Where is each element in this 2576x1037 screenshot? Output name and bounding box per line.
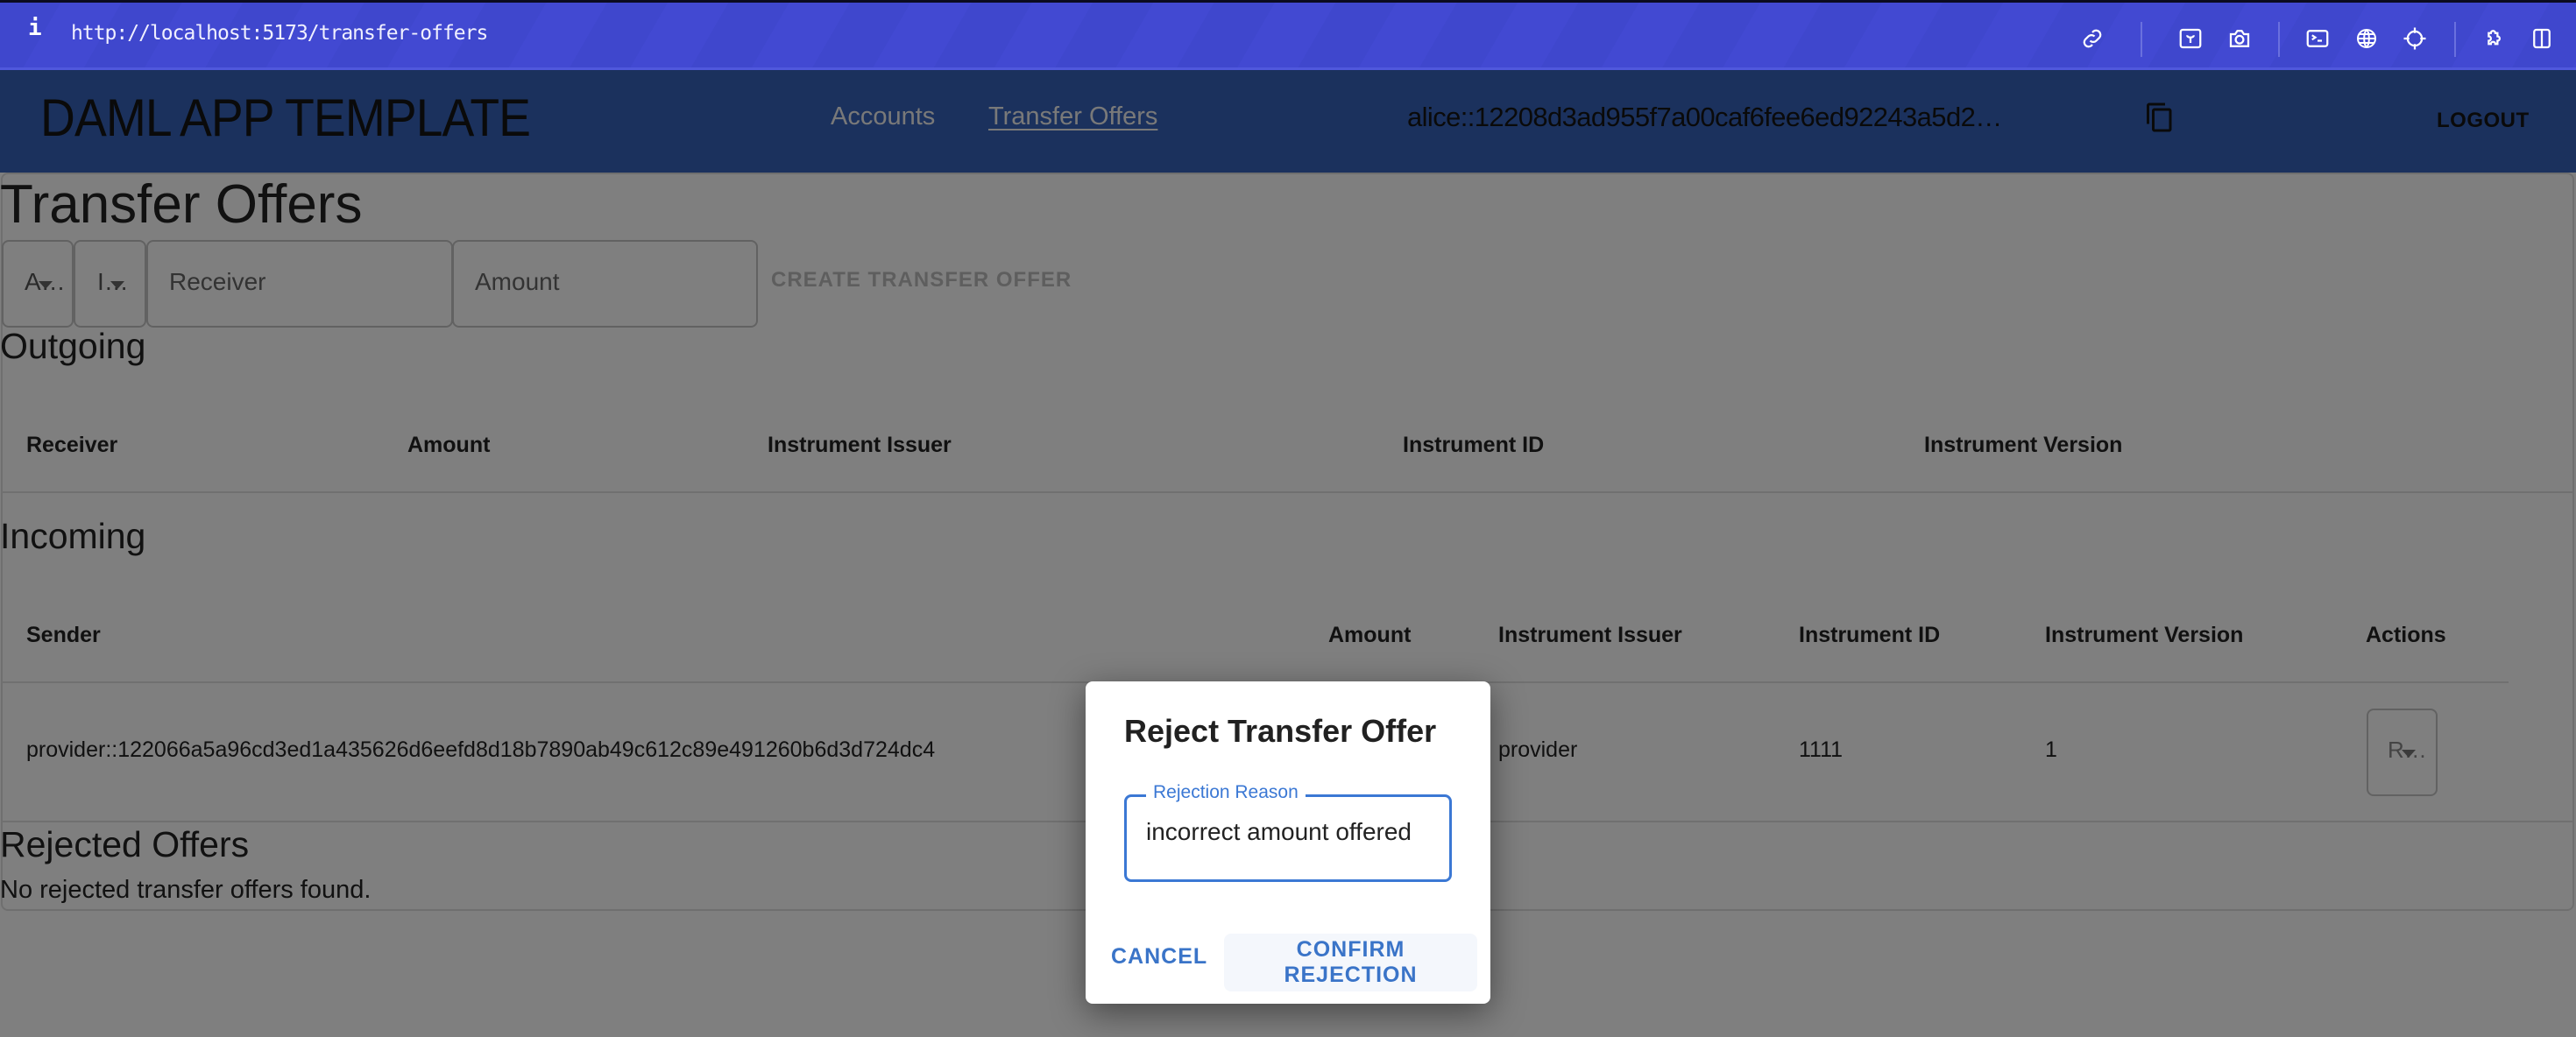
rejection-reason-field[interactable]: Rejection Reason [1124,782,1452,882]
browser-toolbar: i http://localhost:5173/transfer-offers [0,0,2576,70]
rejection-reason-label: Rejection Reason [1146,782,1306,803]
toolbar-divider [2278,22,2280,57]
crosshair-icon[interactable] [2402,25,2428,52]
link-icon[interactable] [2079,25,2105,52]
toolbar-divider [2141,22,2142,57]
cancel-button[interactable]: CANCEL [1098,934,1221,980]
split-panel-icon[interactable] [2529,25,2555,52]
image-icon[interactable] [2177,25,2204,52]
rejection-reason-input[interactable] [1146,818,1435,846]
camera-icon[interactable] [2226,25,2253,52]
dialog-title: Reject Transfer Offer [1124,713,1437,749]
reject-dialog: Reject Transfer Offer Rejection Reason C… [1086,681,1490,1004]
globe-icon[interactable] [2353,25,2380,52]
confirm-rejection-button[interactable]: CONFIRM REJECTION [1224,934,1477,991]
toolbar-divider [2454,22,2456,57]
site-info-icon[interactable]: i [28,15,42,41]
url-bar[interactable]: http://localhost:5173/transfer-offers [71,22,488,45]
terminal-icon[interactable] [2304,25,2331,52]
puzzle-icon[interactable] [2480,25,2507,52]
